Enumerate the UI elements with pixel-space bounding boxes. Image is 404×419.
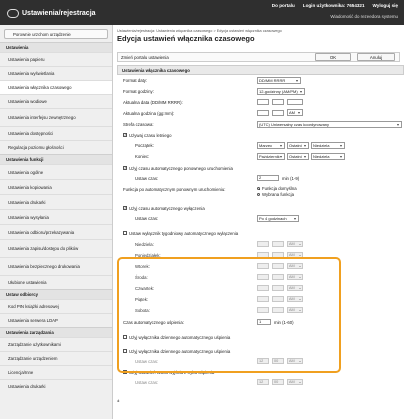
dst-checkbox[interactable] (123, 132, 127, 137)
sidebar-item-store[interactable]: Ustawienia zapisu/dostępu do plików (0, 239, 112, 257)
weekday-minute-input[interactable] (272, 241, 284, 247)
radio-selected-label: Wybrana funkcja (262, 192, 294, 197)
autoreset-input[interactable]: 2 (257, 175, 279, 181)
sidebar-item-users[interactable]: Zarządzanie użytkownikami (0, 337, 112, 351)
after-reset-label: Funkcja po automatycznym ponownym urucho… (123, 187, 226, 192)
settings-logo-icon (7, 9, 19, 18)
sidebar-item-send[interactable]: Ustawienia wysyłania (0, 209, 112, 224)
section-title: Ustawienia włącznika czasowego (122, 68, 190, 73)
section-header: Ustawienia włącznika czasowego (117, 65, 404, 75)
sidebar-item-printer-mgmt[interactable]: Ustawienia drukarki (0, 379, 112, 393)
quiet-minute-input[interactable]: 00 (272, 379, 284, 385)
sidebar-item-secure-print[interactable]: Ustawienia bezpiecznego drukowania (0, 257, 112, 275)
breadcrumb: Ustawienia/rejestracja: Ustawienia włącz… (117, 29, 282, 33)
sidebar-item-general[interactable]: Ustawienia ogólne (0, 164, 112, 179)
sidebar-group-functions: Ustawienia funkcji (0, 154, 112, 164)
sidebar-item-display[interactable]: Ustawienia wyświetlania (0, 66, 112, 80)
login-info: Login użytkownika: 7654321 (302, 3, 365, 8)
sidebar-item-copy[interactable]: Ustawienia kopiowania (0, 179, 112, 194)
sidebar-item-receive[interactable]: Ustawienia odbioru/przekazywania (0, 224, 112, 239)
weekly-label: Ustaw wyłącznik tygodniowy automatyczneg… (129, 231, 239, 236)
current-date-label: Aktualna data (DD/MM RRRR): (123, 100, 183, 105)
radio-selected-function[interactable] (257, 193, 260, 196)
address-label: Zmień portalu ustawienia (121, 55, 169, 60)
autoreset-time-label: Ustaw czas: (135, 176, 159, 181)
page-title: Edycja ustawień włącznika czasowego (117, 34, 255, 43)
sleep-time-select[interactable]: Po 4 godzinach (257, 215, 299, 222)
timezone-select[interactable]: (UTC) Uniwersalny czas koordynowany (257, 121, 402, 128)
dst-end-week-select[interactable]: Ostatni (287, 153, 309, 160)
quiet-ampm-select[interactable]: AM (287, 379, 303, 385)
ok-button[interactable]: OK (315, 53, 351, 61)
weekly-checkbox[interactable] (123, 231, 127, 235)
radio-default-label: Funkcja domyślna (262, 186, 297, 191)
weekday-hour-input[interactable] (257, 241, 269, 247)
time-format-label: Format godziny: (123, 89, 154, 94)
sidebar-item-pin[interactable]: Kod PIN książki adresowej (0, 299, 112, 313)
sleep-checkbox[interactable] (123, 205, 127, 210)
time-hour-input[interactable] (257, 110, 269, 116)
portal-link[interactable]: Do portalu (272, 3, 295, 8)
autoreset-checkbox[interactable] (123, 165, 127, 170)
dst-end-day-select[interactable]: Niedziela (311, 153, 345, 160)
app-title: Ustawienia/rejestracja (22, 10, 96, 17)
current-time-label: Aktualna godzina (gg:mm): (123, 111, 175, 116)
weekday-ampm-select[interactable]: AM (287, 241, 303, 247)
dst-end-month-select[interactable]: Październik (257, 153, 285, 160)
weekday-label: Niedziela: (135, 242, 154, 247)
radio-default-function[interactable] (257, 187, 260, 190)
dst-start-week-select[interactable]: Ostatni (287, 142, 309, 149)
date-format-label: Format daty: (123, 78, 148, 83)
dst-start-month-select[interactable]: Marzec (257, 142, 285, 149)
sidebar-item-accessibility[interactable]: Ustawienia dostępności (0, 126, 112, 140)
sidebar-item-ldap[interactable]: Ustawienia serwera LDAP (0, 313, 112, 327)
top-bar: Ustawienia/rejestracja Do portalu Login … (0, 0, 404, 25)
sidebar-item-license[interactable]: Licencja/Inne (0, 365, 112, 379)
weekly-highlight-frame (117, 257, 341, 373)
sleep-label: Użyj czasu automatycznego wyłączenia (129, 206, 205, 211)
date-format-select[interactable]: DD/MM RRRR (257, 77, 301, 84)
quiet-hour-input[interactable]: 12 (257, 379, 269, 385)
date-day-input[interactable] (257, 99, 269, 105)
sidebar-item-network[interactable]: Ustawienia wodiowe (0, 94, 112, 108)
sidebar-item-printer[interactable]: Ustawienia drukarki (0, 194, 112, 209)
time-minute-input[interactable] (272, 110, 284, 116)
sidebar-item-device[interactable]: Zarządzanie urządzeniem (0, 351, 112, 365)
sidebar-group-settings: Ustawienia (0, 42, 112, 52)
logout-link[interactable]: Wyloguj się (373, 3, 398, 8)
timezone-label: Strefa czasowa: (123, 122, 154, 127)
footer-mark: ± (117, 398, 120, 403)
dst-start-label: Początek: (135, 143, 154, 148)
date-year-input[interactable] (287, 99, 303, 105)
portal-button[interactable]: Porownie urzchom urządzenie (4, 29, 108, 39)
quiet-time-label: Ustaw czas: (135, 380, 159, 385)
sidebar-item-timer[interactable]: Ustawienia włącznika czasowego (0, 80, 112, 94)
dst-end-label: Koniec: (135, 154, 150, 159)
date-month-input[interactable] (272, 99, 284, 105)
dst-start-day-select[interactable]: Niedziela (311, 142, 345, 149)
time-ampm-select[interactable]: AM (287, 109, 303, 116)
autoreset-label: Użyj czasu automatycznego ponownego uruc… (129, 166, 233, 171)
sidebar-group-recipient: Ustaw odbiorcy (0, 289, 112, 299)
time-format-select[interactable]: 12-godzinny (AM/PM) (257, 88, 305, 95)
sidebar-item-paper[interactable]: Ustawienia papieru (0, 52, 112, 66)
sidebar-group-management: Ustawienia zarządzania (0, 327, 112, 337)
autoreset-unit: min (1-9) (282, 176, 300, 181)
admin-message-link[interactable]: Wiadomość do rezeedora systemu (330, 14, 398, 19)
cancel-button[interactable]: Anuluj (357, 53, 395, 61)
sidebar: Porownie urzchom urządzenie Ustawienia U… (0, 25, 113, 419)
dst-label: Używaj czasu letniego (129, 133, 172, 138)
sidebar-item-interface[interactable]: Ustawienia interfejsu zewnętrznego (0, 108, 112, 126)
sleep-time-select-label: Ustaw czas: (135, 216, 159, 221)
sidebar-item-favorites[interactable]: Ułubione ustawienia (0, 275, 112, 289)
sidebar-item-volume[interactable]: Regulacja poziomu głośności (0, 140, 112, 154)
